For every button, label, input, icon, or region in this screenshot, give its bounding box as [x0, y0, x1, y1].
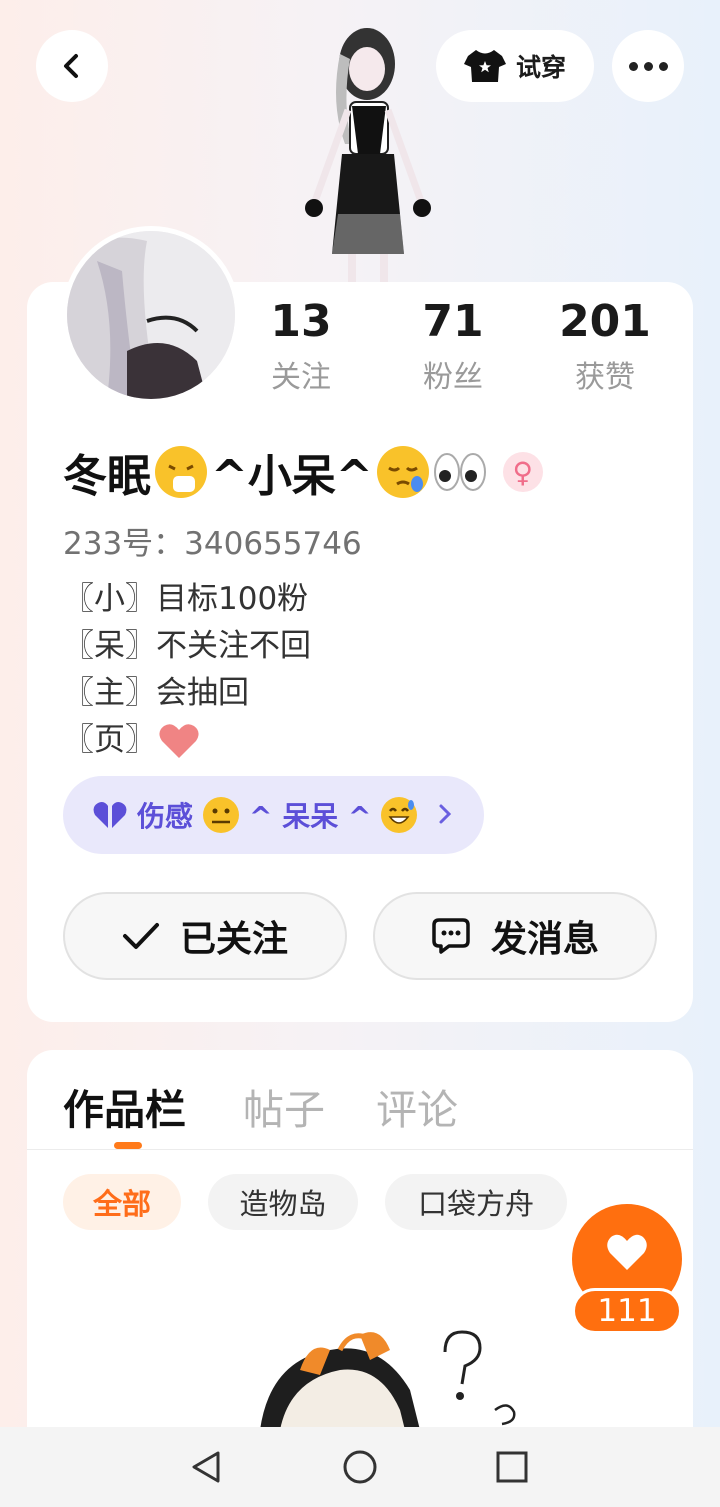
filter-chip-ark[interactable]: 口袋方舟 — [385, 1174, 567, 1230]
heart-icon — [607, 1234, 647, 1270]
followed-button[interactable]: 已关注 — [63, 892, 347, 980]
try-on-label: 试穿 — [515, 53, 566, 82]
signature-text: 伤感 — [137, 800, 194, 833]
work-thumbnail[interactable] — [240, 1330, 540, 1430]
broken-heart-icon — [93, 802, 127, 828]
signature-pill[interactable]: 伤感 ^ 呆呆 ^ — [63, 776, 484, 854]
tab-posts[interactable]: 帖子 — [243, 1076, 325, 1136]
user-id[interactable]: 233号：340655746 — [63, 518, 362, 563]
bio-line: 〖小〗目标100粉 — [63, 581, 309, 617]
chat-bubble-icon — [432, 918, 470, 954]
filter-chip-all[interactable]: 全部 — [63, 1174, 181, 1230]
square-recents-icon — [496, 1451, 528, 1483]
heart-icon — [159, 723, 199, 758]
chevron-left-icon — [64, 54, 78, 78]
nickname-middle: ^小呆^ — [211, 451, 373, 502]
sneezing-face-emoji-icon — [155, 446, 207, 498]
send-message-button[interactable]: 发消息 — [373, 892, 657, 980]
likes-count: 201 — [559, 296, 651, 347]
stat-fans[interactable]: 71 粉丝 — [393, 296, 513, 396]
followed-label: 已关注 — [179, 919, 288, 960]
signature-tail: ^ 呆呆 ^ — [249, 800, 372, 833]
eyes-emoji-icon — [433, 450, 487, 494]
stat-likes[interactable]: 201 获赞 — [545, 296, 665, 396]
back-button[interactable] — [36, 30, 108, 102]
like-count: 111 — [572, 1288, 682, 1334]
chevron-right-icon — [438, 799, 452, 832]
following-label: 关注 — [271, 360, 331, 395]
tab-works[interactable]: 作品栏 — [63, 1076, 186, 1136]
circle-home-icon — [343, 1450, 377, 1484]
likes-label: 获赞 — [575, 360, 635, 395]
female-gender-icon: ♀ — [502, 452, 543, 492]
nickname-prefix: 冬眠 — [63, 451, 151, 502]
nav-recents-button[interactable] — [492, 1447, 532, 1487]
nickname: 冬眠 ^小呆^ ♀ — [63, 440, 543, 504]
bio-line-with-heart: 〖页〗 — [63, 717, 311, 764]
nav-home-button[interactable] — [340, 1447, 380, 1487]
fans-label: 粉丝 — [423, 360, 483, 395]
stat-following[interactable]: 13 关注 — [241, 296, 361, 396]
grinning-sweat-emoji-icon — [381, 797, 418, 833]
filter-chip-island[interactable]: 造物岛 — [208, 1174, 358, 1230]
fans-count: 71 — [422, 296, 484, 347]
tshirt-icon — [463, 50, 506, 82]
avatar-model-figure — [290, 14, 440, 284]
more-button[interactable] — [612, 30, 684, 102]
bio-line: 〖页〗 — [63, 722, 156, 758]
more-dots-icon — [628, 61, 668, 71]
try-on-button[interactable]: 试穿 — [436, 30, 594, 102]
nav-back-button[interactable] — [186, 1447, 226, 1487]
tabs-divider — [27, 1149, 693, 1150]
send-message-label: 发消息 — [490, 919, 599, 960]
avatar[interactable] — [62, 226, 240, 404]
sleepy-face-emoji-icon — [376, 446, 429, 498]
following-count: 13 — [270, 296, 332, 347]
checkmark-icon — [122, 923, 159, 949]
bio-line: 〖呆〗不关注不回 — [63, 628, 311, 664]
zipper-mouth-emoji-icon — [203, 797, 240, 833]
triangle-back-icon — [192, 1451, 220, 1483]
bio-line: 〖主〗会抽回 — [63, 675, 249, 711]
tab-comments[interactable]: 评论 — [376, 1076, 458, 1136]
active-tab-indicator — [114, 1142, 142, 1149]
bio: 〖小〗目标100粉 〖呆〗不关注不回 〖主〗会抽回 〖页〗 — [63, 576, 311, 764]
